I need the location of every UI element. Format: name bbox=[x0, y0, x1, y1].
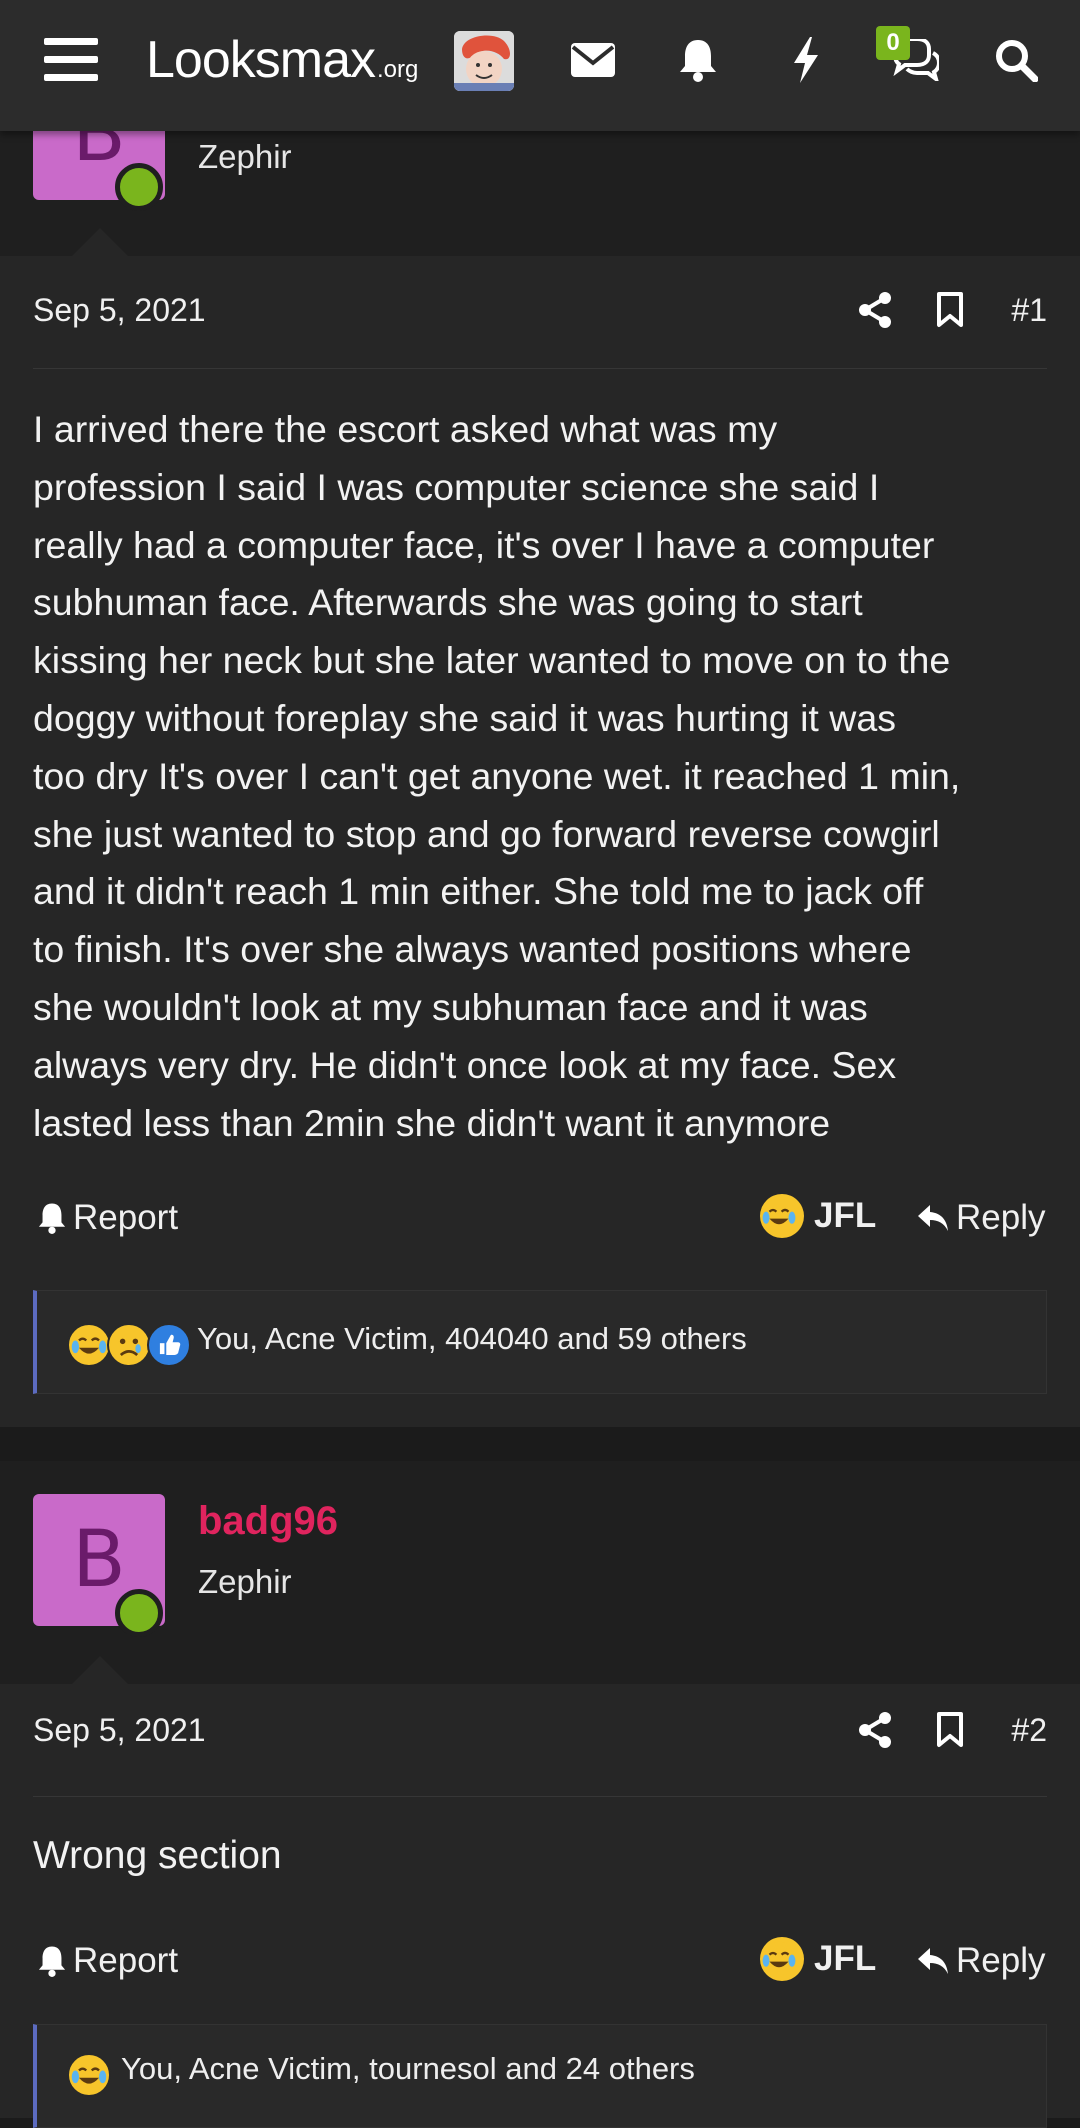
top-navigation-bar: Looksmax .org 0 bbox=[0, 0, 1080, 131]
report-button[interactable]: Report bbox=[37, 1198, 178, 1238]
menu-icon[interactable] bbox=[44, 38, 98, 82]
reactions-summary[interactable]: You, Acne Victim, tournesol and 24 other… bbox=[121, 2051, 695, 2087]
bookmark-icon[interactable] bbox=[930, 290, 970, 330]
logo-tld: .org bbox=[377, 56, 419, 83]
jfl-label: JFL bbox=[814, 1939, 877, 1978]
post-2-pointer bbox=[72, 1656, 128, 1684]
reply-icon bbox=[918, 1948, 948, 1974]
bookmark-icon[interactable] bbox=[930, 1710, 970, 1750]
reply-button[interactable]: Reply bbox=[916, 1941, 1045, 1981]
bell-icon[interactable] bbox=[670, 32, 726, 88]
post-2-user-title: Zephir bbox=[198, 1563, 292, 1600]
post-1-permalink[interactable]: #1 bbox=[1011, 292, 1047, 329]
reactions-bar[interactable]: You, Acne Victim, 404040 and 59 others bbox=[33, 1290, 1047, 1394]
laughing-crying-emoji-icon bbox=[67, 2053, 111, 2097]
post-2-username[interactable]: badg96 bbox=[198, 1499, 338, 1544]
reactions-bar[interactable]: You, Acne Victim, tournesol and 24 other… bbox=[33, 2024, 1047, 2128]
online-status-indicator bbox=[115, 163, 163, 211]
report-button[interactable]: Report bbox=[37, 1941, 178, 1981]
lightning-icon[interactable] bbox=[778, 32, 834, 88]
reply-button[interactable]: Reply bbox=[916, 1198, 1045, 1238]
post-1-content: I arrived there the escort asked what wa… bbox=[33, 408, 961, 1144]
jfl-label: JFL bbox=[814, 1196, 877, 1235]
reply-label: Reply bbox=[956, 1198, 1046, 1237]
post-2-permalink[interactable]: #2 bbox=[1011, 1712, 1047, 1749]
bell-icon bbox=[38, 1203, 66, 1234]
divider bbox=[33, 368, 1047, 369]
reactions-summary[interactable]: You, Acne Victim, 404040 and 59 others bbox=[197, 1321, 747, 1357]
logo-text: Looksmax bbox=[146, 31, 376, 89]
reply-label: Reply bbox=[956, 1941, 1046, 1980]
online-status-indicator bbox=[115, 1589, 163, 1637]
divider bbox=[33, 1796, 1047, 1797]
mail-icon[interactable] bbox=[565, 32, 621, 88]
post-1-date[interactable]: Sep 5, 2021 bbox=[33, 292, 206, 329]
thumbs-up-emoji-icon bbox=[147, 1323, 191, 1367]
post-2-user-header: B badg96 Zephir bbox=[0, 1461, 1080, 1684]
post-2: Sep 5, 2021 #2 Wrong section Report JFL … bbox=[0, 1684, 1080, 2128]
reply-icon bbox=[918, 1205, 948, 1231]
report-label: Report bbox=[73, 1198, 179, 1237]
report-label: Report bbox=[73, 1941, 179, 1980]
post-2-date[interactable]: Sep 5, 2021 bbox=[33, 1712, 206, 1749]
reaction-emoji-list bbox=[67, 1323, 191, 1367]
laughing-crying-emoji-icon bbox=[67, 1323, 111, 1367]
laughing-crying-emoji-icon bbox=[760, 1937, 804, 1981]
sad-emoji-icon bbox=[107, 1323, 151, 1367]
bell-icon bbox=[38, 1946, 66, 1977]
reaction-emoji-list bbox=[67, 2053, 111, 2097]
conversations-count-badge: 0 bbox=[876, 26, 910, 60]
post-separator bbox=[0, 1427, 1080, 1461]
post-1-user-title: Zephir bbox=[198, 138, 292, 175]
user-avatar[interactable] bbox=[454, 31, 514, 91]
post-2-content: Wrong section bbox=[33, 1834, 282, 1877]
jfl-reaction-button[interactable]: JFL bbox=[760, 1937, 876, 1981]
share-icon[interactable] bbox=[855, 290, 895, 330]
jfl-reaction-button[interactable]: JFL bbox=[760, 1194, 876, 1238]
post-1: Sep 5, 2021 #1 I arrived there the escor… bbox=[0, 256, 1080, 1427]
laughing-crying-emoji-icon bbox=[760, 1194, 804, 1238]
share-icon[interactable] bbox=[855, 1710, 895, 1750]
site-logo[interactable]: Looksmax .org bbox=[146, 30, 418, 90]
post-1-pointer bbox=[72, 228, 128, 256]
search-icon[interactable] bbox=[988, 32, 1044, 88]
